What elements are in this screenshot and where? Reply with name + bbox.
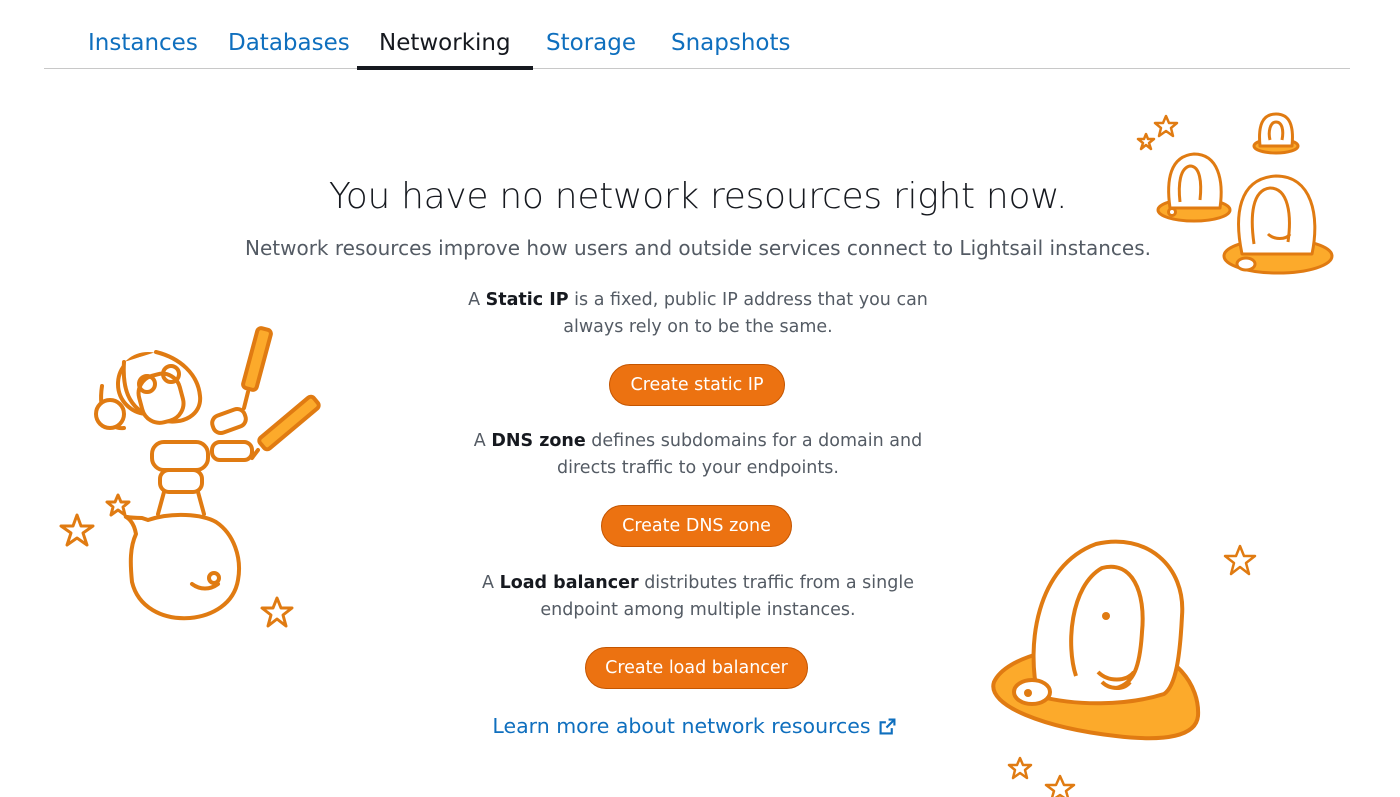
dns-zone-description: A DNS zone defines subdomains for a doma… <box>448 428 948 482</box>
tab-instances[interactable]: Instances <box>88 24 198 66</box>
static-ip-description: A Static IP is a fixed, public IP addres… <box>448 287 948 341</box>
tab-networking[interactable]: Networking <box>357 24 533 70</box>
helmet-pod-illustration <box>991 539 1257 797</box>
load-balancer-prefix: A <box>482 573 500 593</box>
dns-zone-text: defines subdomains for a domain and dire… <box>557 431 923 478</box>
create-load-balancer-button[interactable]: Create load balancer <box>585 647 808 689</box>
robot-illustration <box>59 326 321 628</box>
static-ip-term: Static IP <box>485 290 569 310</box>
tab-databases[interactable]: Databases <box>228 24 350 66</box>
create-static-ip-button[interactable]: Create static IP <box>609 364 785 406</box>
external-link-icon <box>879 718 896 735</box>
tab-bar: Instances Databases Networking Storage S… <box>44 0 1350 70</box>
dns-zone-term: DNS zone <box>491 431 586 451</box>
load-balancer-term: Load balancer <box>499 573 639 593</box>
static-ip-text: is a fixed, public IP address that you c… <box>563 290 928 337</box>
tab-snapshots[interactable]: Snapshots <box>671 24 791 66</box>
tab-storage[interactable]: Storage <box>546 24 636 66</box>
dns-zone-prefix: A <box>473 431 492 451</box>
learn-more-label: Learn more about network resources <box>492 714 871 738</box>
create-dns-zone-button[interactable]: Create DNS zone <box>601 505 792 547</box>
pods-illustration <box>1136 112 1334 275</box>
load-balancer-description: A Load balancer distributes traffic from… <box>448 570 948 624</box>
networking-page: Instances Databases Networking Storage S… <box>0 0 1400 797</box>
static-ip-prefix: A <box>468 290 486 310</box>
